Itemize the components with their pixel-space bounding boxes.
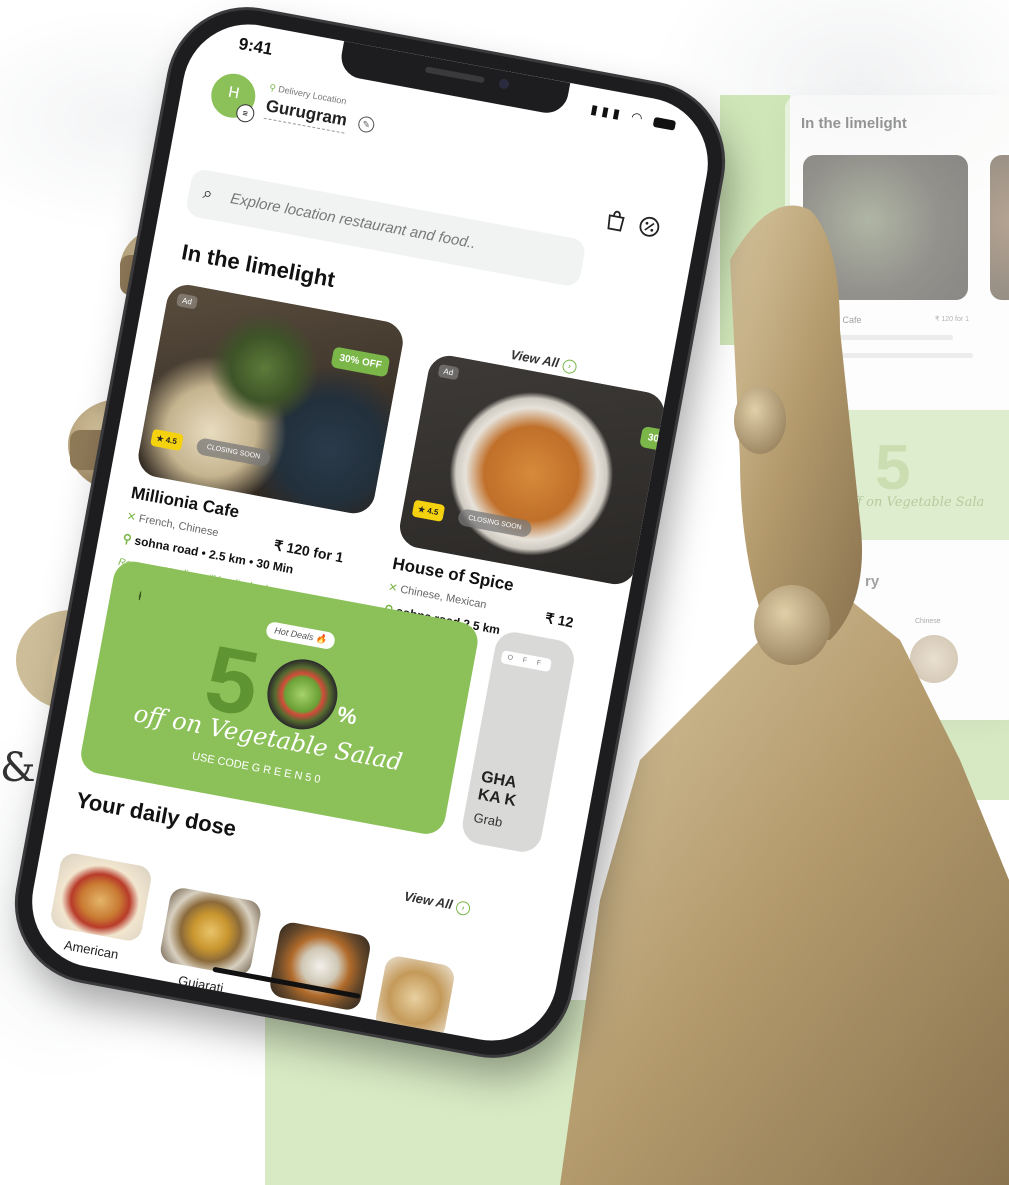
bg-category-label: Chinese — [915, 618, 941, 625]
meta-time: 30 Min — [255, 555, 295, 577]
offer-icon[interactable] — [637, 214, 663, 240]
promo-percent: % — [335, 701, 359, 730]
bg-category-image — [910, 635, 958, 683]
bg-card-price: ₹ 120 for 1 — [935, 316, 970, 323]
status-time: 9:41 — [237, 34, 275, 59]
category-item[interactable]: Gujarati — [150, 885, 266, 1001]
ad-tag: Ad — [437, 363, 460, 381]
restaurant-price: ₹ 12 — [544, 609, 575, 631]
battery-icon — [652, 116, 677, 131]
meta-location: sohna road — [133, 533, 200, 559]
bg-card-meta — [823, 335, 953, 340]
discount-badge: 30% OFF — [330, 346, 391, 378]
chevron-right-icon: › — [454, 899, 472, 916]
category-item[interactable]: American — [41, 851, 157, 967]
bg-banner-text: off on Vegetable Sala — [845, 495, 985, 510]
search-icon: ⌕ — [201, 183, 215, 204]
bg-card-image — [803, 155, 968, 300]
category-image — [373, 954, 457, 1042]
restaurant-image: Ad 30 ★ 4.5 CLOSING SOON — [396, 352, 668, 588]
hot-deals-tag: Hot Deals 🔥 — [265, 620, 337, 651]
edit-icon[interactable]: ✎ — [356, 115, 376, 134]
signal-icon: ▮▮▮ — [589, 101, 626, 123]
status-badge: CLOSING SOON — [456, 507, 533, 539]
bg-card-image-2 — [990, 155, 1009, 300]
bg-banner-number: 5 — [875, 431, 911, 503]
restaurant-image: Ad 30% OFF ★ 4.5 CLOSING SOON — [134, 281, 407, 517]
meta-distance: 2.5 km — [207, 547, 248, 568]
side-text-ampersand: & — [0, 745, 36, 791]
search-input[interactable]: Explore location restaurant and food.. — [229, 190, 477, 252]
view-all-label: View All — [402, 888, 454, 913]
front-camera — [498, 78, 510, 90]
wifi-icon: ◠ — [629, 108, 648, 127]
bg-section-title-2: ry — [865, 573, 880, 590]
view-all-daily-dose[interactable]: View All › — [402, 888, 472, 916]
section-title-limelight: In the limelight — [179, 239, 337, 293]
discount-badge: 30 — [639, 425, 668, 452]
green-stripe-top — [720, 95, 790, 345]
promo2-title: GHA KA K — [476, 769, 520, 811]
bg-card-name: onia Cafe — [823, 315, 862, 325]
ad-tag: Ad — [176, 293, 198, 310]
bag-icon[interactable] — [603, 208, 629, 234]
chevron-right-icon: › — [561, 357, 578, 375]
bg-card-meta — [823, 353, 973, 358]
salad-bowl-image — [261, 653, 344, 736]
view-all-label: View All — [509, 346, 561, 371]
background-app-screen: In the limelight onia Cafe ₹ 120 for 1 5… — [785, 95, 1009, 720]
speaker — [424, 66, 485, 84]
category-image — [48, 851, 154, 943]
status-icons: ▮▮▮ ◠ — [589, 101, 677, 132]
section-title-daily-dose: Your daily dose — [74, 787, 239, 842]
status-badge: CLOSING SOON — [195, 437, 272, 468]
rating-badge: ★ 4.5 — [411, 499, 445, 522]
leaf-icon: ⱡ — [137, 589, 143, 604]
rating-badge: ★ 4.5 — [150, 428, 184, 452]
promo2-tag: O F F — [500, 650, 552, 673]
green-band — [790, 720, 1009, 800]
promo2-cta[interactable]: Grab — [472, 810, 503, 830]
bg-section-title: In the limelight — [801, 115, 907, 132]
category-image — [158, 885, 263, 978]
